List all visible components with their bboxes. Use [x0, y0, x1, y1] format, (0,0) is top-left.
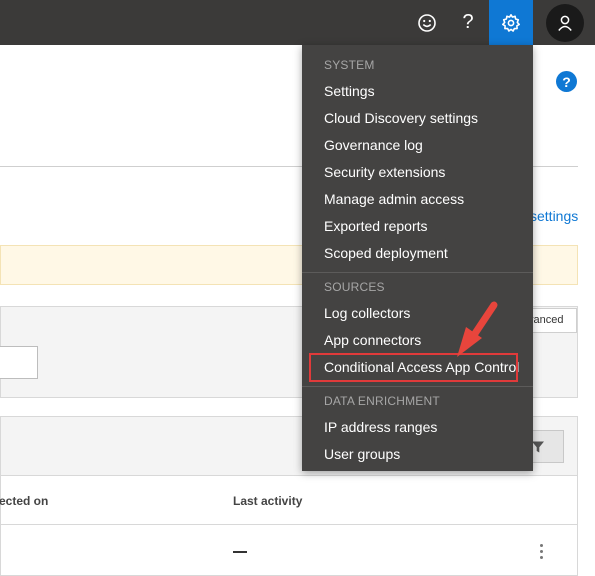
menu-item-cloud-discovery-settings[interactable]: Cloud Discovery settings	[324, 110, 478, 126]
menu-header-sources: SOURCES	[324, 280, 385, 294]
help-icon[interactable]: ?	[452, 0, 484, 45]
menu-separator	[302, 272, 533, 273]
menu-item-governance-log[interactable]: Governance log	[324, 137, 423, 153]
menu-item-security-extensions[interactable]: Security extensions	[324, 164, 445, 180]
menu-header-data-enrichment: DATA ENRICHMENT	[324, 394, 440, 408]
smiley-icon[interactable]	[410, 0, 444, 45]
menu-header-system: SYSTEM	[324, 58, 375, 72]
page-help-icon[interactable]: ?	[556, 71, 577, 92]
help-glyph: ?	[462, 11, 474, 33]
menu-item-settings[interactable]: Settings	[324, 83, 375, 99]
menu-item-user-groups[interactable]: User groups	[324, 446, 400, 462]
row-actions-icon[interactable]	[540, 544, 543, 562]
user-icon	[546, 3, 584, 42]
column-header-last-activity[interactable]: Last activity	[233, 494, 302, 508]
empty-value-dash	[233, 551, 247, 553]
menu-item-scoped-deployment[interactable]: Scoped deployment	[324, 245, 448, 261]
gear-icon[interactable]	[489, 0, 533, 45]
menu-item-app-connectors[interactable]: App connectors	[324, 332, 421, 348]
page-help-glyph: ?	[562, 73, 571, 90]
settings-link[interactable]: settings	[530, 208, 578, 224]
menu-item-log-collectors[interactable]: Log collectors	[324, 305, 410, 321]
filter-input[interactable]	[0, 346, 38, 379]
filter-icon	[532, 441, 544, 452]
settings-dropdown-menu: SYSTEM Settings Cloud Discovery settings…	[302, 45, 533, 471]
menu-item-ip-address-ranges[interactable]: IP address ranges	[324, 419, 437, 435]
menu-item-manage-admin-access[interactable]: Manage admin access	[324, 191, 464, 207]
user-avatar[interactable]	[545, 0, 585, 45]
menu-separator	[302, 386, 533, 387]
menu-item-exported-reports[interactable]: Exported reports	[324, 218, 428, 234]
highlight-box	[309, 353, 518, 382]
column-header-connected-on[interactable]: ected on	[0, 494, 48, 508]
